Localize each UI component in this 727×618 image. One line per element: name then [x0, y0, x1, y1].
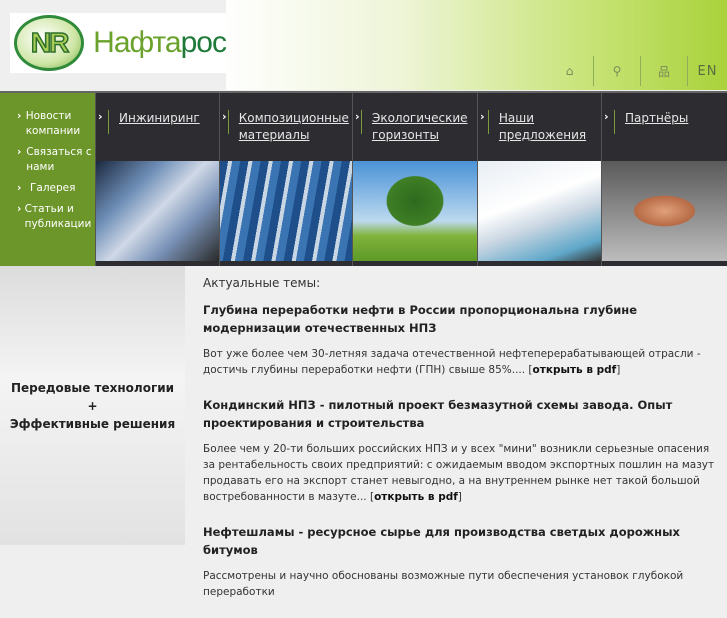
ecology-image — [353, 161, 477, 261]
article-text: Вот уже более чем 30-летняя задача отече… — [203, 348, 701, 376]
article: Глубина переработки нефти в России пропо… — [203, 301, 718, 378]
language-en-link[interactable]: EN — [687, 56, 727, 86]
open-pdf-link[interactable]: открыть в pdf — [533, 364, 617, 376]
sidebar-item-news[interactable]: › Новости компании — [17, 109, 95, 139]
partners-image — [602, 161, 727, 261]
article-title: Кондинский НПЗ - пилотный проект безмазу… — [203, 398, 673, 430]
composites-image — [220, 161, 352, 261]
chevron-right-icon: › — [98, 110, 103, 123]
nav-item-partners[interactable]: › Партнёры — [601, 93, 727, 266]
article: Нефтешламы - ресурсное сырье для произво… — [203, 523, 718, 600]
slogan-panel: Передовые технологии + Эффективные решен… — [0, 266, 185, 545]
logo[interactable]: NR Нафтарос — [10, 13, 227, 73]
home-icon[interactable]: ⌂ — [546, 56, 593, 86]
slogan-line: Передовые технологии — [10, 380, 175, 395]
logo-text: Нафтарос — [93, 26, 227, 59]
slogan-plus: + — [87, 398, 98, 413]
sidebar-item-gallery[interactable]: › Галерея — [17, 181, 95, 196]
nav-link[interactable]: Наши предложения — [499, 110, 601, 160]
chevron-right-icon: › — [17, 146, 22, 158]
search-icon[interactable]: ⚲ — [593, 56, 640, 86]
offers-image — [478, 161, 601, 261]
article-text: Более чем у 20-ти больших российских НПЗ… — [203, 443, 715, 503]
open-pdf-link[interactable]: открыть в pdf — [374, 491, 458, 503]
main-nav: › Новости компании › Связаться с нами › Гал… — [0, 91, 727, 266]
nav-item-offers[interactable]: › Наши предложения — [477, 93, 601, 266]
sidebar-item-contact[interactable]: › Связаться с нами — [17, 145, 95, 175]
sitemap-icon[interactable]: 品 — [640, 56, 687, 86]
article: Кондинский НПЗ - пилотный проект безмазу… — [203, 396, 718, 505]
chevron-right-icon: › — [604, 110, 609, 123]
article-title: Нефтешламы - ресурсное сырье для произво… — [203, 525, 680, 557]
content: Актуальные темы: Глубина переработки неф… — [203, 274, 718, 618]
sidebar-item-articles[interactable]: › Статьи и публикации — [17, 202, 95, 232]
nav-item-ecology[interactable]: › Экологические горизонты — [352, 93, 477, 266]
engineering-image — [96, 161, 219, 261]
nav-link[interactable]: Композиционные материалы — [239, 110, 352, 160]
chevron-right-icon: › — [17, 203, 22, 215]
nav-item-engineering[interactable]: › Инжиниринг — [95, 93, 219, 266]
article-title: Глубина переработки нефти в России пропо… — [203, 303, 638, 335]
nav-link[interactable]: Инжиниринг — [119, 110, 200, 160]
section-heading: Актуальные темы: — [203, 276, 321, 290]
chevron-right-icon: › — [17, 110, 22, 122]
toolbar: ⌂ ⚲ 品 EN — [546, 56, 727, 86]
sidebar: › Новости компании › Связаться с нами › Гал… — [0, 93, 95, 266]
nav-item-composites[interactable]: › Композиционные материалы — [219, 93, 352, 266]
article-text: Рассмотрены и научно обоснованы возможны… — [203, 570, 684, 598]
slogan-line: Эффективные решения — [9, 416, 176, 431]
nav-link[interactable]: Партнёры — [625, 110, 688, 160]
nav-link[interactable]: Экологические горизонты — [372, 110, 477, 160]
chevron-right-icon: › — [480, 110, 485, 123]
chevron-right-icon: › — [17, 182, 22, 194]
logo-mark: NR — [14, 15, 85, 71]
header: NR Нафтарос ⌂ ⚲ 品 EN — [0, 0, 727, 90]
